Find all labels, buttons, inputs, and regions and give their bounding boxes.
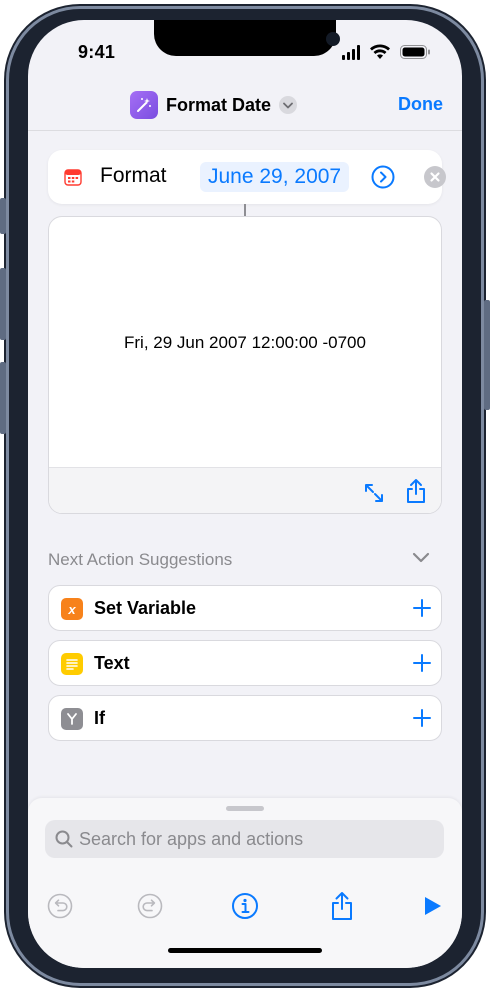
sheet-grabber[interactable] bbox=[226, 806, 264, 811]
if-branch-icon bbox=[61, 708, 83, 730]
action-library-sheet bbox=[28, 798, 462, 968]
close-icon bbox=[430, 172, 440, 182]
home-indicator bbox=[168, 948, 322, 953]
shortcut-title-menu[interactable]: Format Date bbox=[130, 90, 298, 120]
shortcut-title: Format Date bbox=[166, 94, 272, 115]
search-icon bbox=[55, 830, 73, 848]
suggestion-label: Text bbox=[94, 653, 130, 673]
battery-icon bbox=[400, 45, 430, 59]
variable-icon: x bbox=[61, 598, 83, 620]
share-button[interactable] bbox=[324, 886, 360, 926]
share-icon bbox=[332, 892, 352, 920]
suggestion-set-variable[interactable]: x Set Variable bbox=[48, 585, 442, 631]
navbar-divider bbox=[28, 130, 462, 131]
chevron-down-icon[interactable] bbox=[412, 551, 430, 565]
screen: 9:41 Format Date Done Format June 29, 20… bbox=[28, 20, 462, 968]
status-icons bbox=[342, 44, 430, 60]
redo-icon bbox=[137, 893, 163, 919]
calendar-icon bbox=[64, 169, 82, 186]
result-preview: Fri, 29 Jun 2007 12:00:00 -0700 bbox=[48, 216, 442, 514]
search-field[interactable] bbox=[45, 820, 444, 858]
mute-switch bbox=[0, 198, 6, 234]
suggestion-if[interactable]: If bbox=[48, 695, 442, 741]
result-toolbar bbox=[49, 467, 441, 513]
remove-action-button[interactable] bbox=[424, 166, 446, 188]
share-icon[interactable] bbox=[405, 478, 427, 504]
text-icon bbox=[61, 653, 83, 675]
plus-icon[interactable] bbox=[413, 709, 431, 727]
show-more-arrow-icon[interactable] bbox=[371, 165, 395, 189]
suggestion-label: If bbox=[94, 708, 105, 728]
undo-button[interactable] bbox=[42, 886, 78, 926]
wifi-icon bbox=[370, 44, 390, 59]
search-input[interactable] bbox=[79, 820, 429, 858]
side-button bbox=[484, 300, 490, 410]
status-bar: 9:41 bbox=[28, 20, 462, 80]
plus-icon[interactable] bbox=[413, 654, 431, 672]
expand-icon[interactable] bbox=[363, 482, 385, 504]
notch bbox=[154, 20, 340, 56]
plus-icon[interactable] bbox=[413, 599, 431, 617]
volume-up-button bbox=[0, 268, 6, 340]
run-button[interactable] bbox=[414, 886, 450, 926]
navigation-bar: Format Date Done bbox=[28, 80, 462, 130]
suggestion-label: Set Variable bbox=[94, 598, 197, 618]
action-connector bbox=[244, 204, 246, 216]
chevron-down-icon bbox=[279, 96, 298, 114]
redo-button[interactable] bbox=[132, 886, 168, 926]
undo-icon bbox=[47, 893, 73, 919]
play-icon bbox=[425, 897, 441, 915]
suggestion-text[interactable]: Text bbox=[48, 640, 442, 686]
volume-down-button bbox=[0, 362, 6, 434]
suggestions-header: Next Action Suggestions bbox=[48, 550, 233, 569]
magic-wand-icon bbox=[130, 91, 158, 119]
info-icon bbox=[232, 893, 258, 919]
action-verb: Format bbox=[100, 164, 167, 187]
done-button[interactable]: Done bbox=[398, 94, 443, 115]
status-time: 9:41 bbox=[78, 42, 116, 62]
front-camera bbox=[326, 32, 340, 46]
result-text: Fri, 29 Jun 2007 12:00:00 -0700 bbox=[124, 333, 366, 352]
info-button[interactable] bbox=[227, 886, 263, 926]
format-date-action[interactable]: Format June 29, 2007 bbox=[48, 150, 446, 204]
date-parameter[interactable]: June 29, 2007 bbox=[200, 162, 350, 192]
cellular-signal-icon bbox=[342, 45, 360, 60]
editor-toolbar bbox=[28, 886, 462, 926]
